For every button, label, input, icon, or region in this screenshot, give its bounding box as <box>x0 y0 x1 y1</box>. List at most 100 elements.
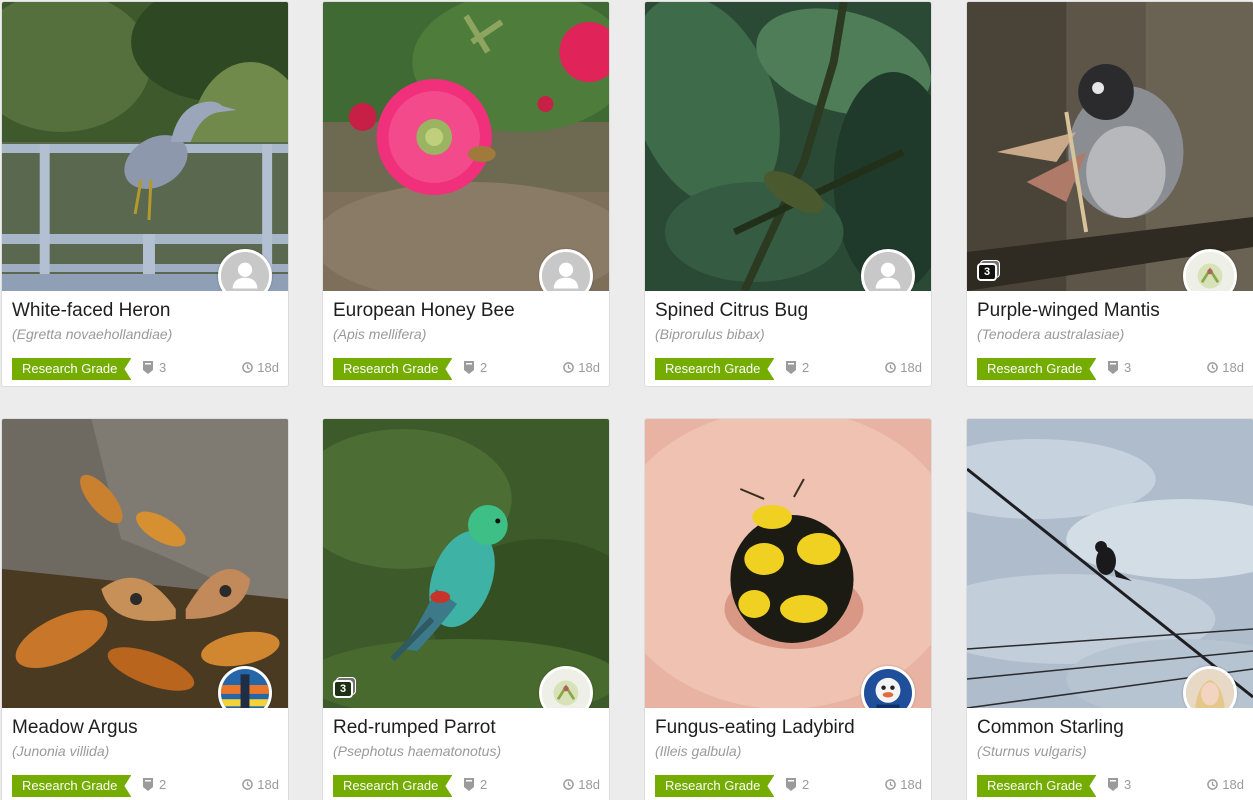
common-name[interactable]: White-faced Heron <box>12 299 279 323</box>
scientific-name: (Egretta novaehollandiae) <box>12 326 173 342</box>
observation-card[interactable]: 3 Red-rumped Parrot (Psephotus haematono… <box>322 418 610 800</box>
observation-card[interactable]: Fungus-eating Ladybird (Illeis galbula) … <box>644 418 932 800</box>
parrot-photo <box>323 419 609 708</box>
observation-photo[interactable] <box>323 2 609 291</box>
identifications-count: 2 <box>786 777 809 792</box>
mantis-photo <box>967 2 1253 291</box>
identifications-count: 3 <box>1108 777 1131 792</box>
identifications-value: 2 <box>159 777 167 792</box>
identifications-count: 2 <box>786 360 809 375</box>
age-value: 18d <box>578 777 600 792</box>
observation-card[interactable]: Meadow Argus (Junonia villida) Research … <box>1 418 289 800</box>
observation-meta: Research Grade 2 18d <box>333 775 600 797</box>
scientific-name: (Junonia villida) <box>12 743 110 759</box>
observation-card[interactable]: Spined Citrus Bug (Biprorulus bibax) Res… <box>644 1 932 387</box>
scientific-name: (Biprorulus bibax) <box>655 326 765 342</box>
research-grade-badge: Research Grade <box>655 775 774 797</box>
observation-photo[interactable] <box>645 419 931 708</box>
identification-icon <box>143 361 153 374</box>
clock-icon <box>885 362 897 373</box>
observation-info: Red-rumped Parrot (Psephotus haematonotu… <box>323 708 609 800</box>
clock-icon <box>1207 362 1219 373</box>
photo-count-badge: 3 <box>977 263 997 281</box>
observation-age: 18d <box>1207 777 1244 792</box>
common-name[interactable]: Common Starling <box>977 716 1244 740</box>
observation-grid: White-faced Heron (Egretta novaehollandi… <box>0 0 1253 800</box>
user-photo-avatar <box>542 669 590 708</box>
age-value: 18d <box>900 360 922 375</box>
identifications-value: 2 <box>480 777 488 792</box>
observation-card[interactable]: 3 Purple-winged Mantis (Tenodera austral… <box>966 1 1253 387</box>
photo-count-badge: 3 <box>333 680 353 698</box>
observation-meta: Research Grade 3 18d <box>977 358 1244 380</box>
identification-icon <box>143 778 153 791</box>
identifications-value: 2 <box>802 360 810 375</box>
observation-meta: Research Grade 3 18d <box>12 358 279 380</box>
identifications-count: 2 <box>464 360 487 375</box>
clock-icon <box>563 362 575 373</box>
observation-meta: Research Grade 3 18d <box>977 775 1244 797</box>
identification-icon <box>786 361 796 374</box>
age-value: 18d <box>257 360 279 375</box>
observation-age: 18d <box>242 360 279 375</box>
identification-icon <box>1108 361 1118 374</box>
observation-photo[interactable]: 3 <box>967 2 1253 291</box>
research-grade-badge: Research Grade <box>977 358 1096 380</box>
age-value: 18d <box>578 360 600 375</box>
observation-photo[interactable] <box>2 419 288 708</box>
observation-photo[interactable]: 3 <box>323 419 609 708</box>
observation-age: 18d <box>885 777 922 792</box>
identifications-count: 2 <box>143 777 166 792</box>
default-user-icon <box>542 252 590 291</box>
observation-info: Common Starling (Sturnus vulgaris) Resea… <box>967 708 1253 800</box>
observation-info: Fungus-eating Ladybird (Illeis galbula) … <box>645 708 931 800</box>
observation-meta: Research Grade 2 18d <box>333 358 600 380</box>
clock-icon <box>885 779 897 790</box>
identifications-value: 2 <box>480 360 488 375</box>
observation-info: Purple-winged Mantis (Tenodera australas… <box>967 291 1253 386</box>
common-name[interactable]: Spined Citrus Bug <box>655 299 922 323</box>
observation-card[interactable]: European Honey Bee (Apis mellifera) Rese… <box>322 1 610 387</box>
observation-photo[interactable] <box>967 419 1253 708</box>
research-grade-badge: Research Grade <box>655 358 774 380</box>
identifications-count: 2 <box>464 777 487 792</box>
clock-icon <box>1207 779 1219 790</box>
observation-photo[interactable] <box>2 2 288 291</box>
observation-info: Spined Citrus Bug (Biprorulus bibax) Res… <box>645 291 931 386</box>
citrus-bug-photo <box>645 2 931 291</box>
identification-icon <box>464 778 474 791</box>
observation-age: 18d <box>242 777 279 792</box>
observation-card[interactable]: White-faced Heron (Egretta novaehollandi… <box>1 1 289 387</box>
observation-age: 18d <box>563 777 600 792</box>
observation-meta: Research Grade 2 18d <box>655 775 922 797</box>
identifications-value: 3 <box>1124 360 1132 375</box>
age-value: 18d <box>257 777 279 792</box>
user-photo-avatar <box>1186 669 1234 708</box>
starling-photo <box>967 419 1253 708</box>
common-name[interactable]: Red-rumped Parrot <box>333 716 600 740</box>
common-name[interactable]: Meadow Argus <box>12 716 279 740</box>
research-grade-badge: Research Grade <box>12 358 131 380</box>
age-value: 18d <box>900 777 922 792</box>
common-name[interactable]: Fungus-eating Ladybird <box>655 716 922 740</box>
default-user-icon <box>221 252 269 291</box>
common-name[interactable]: Purple-winged Mantis <box>977 299 1244 323</box>
observation-age: 18d <box>885 360 922 375</box>
identification-icon <box>1108 778 1118 791</box>
identifications-count: 3 <box>1108 360 1131 375</box>
ladybird-photo <box>645 419 931 708</box>
research-grade-badge: Research Grade <box>977 775 1096 797</box>
observation-photo[interactable] <box>645 2 931 291</box>
common-name[interactable]: European Honey Bee <box>333 299 600 323</box>
research-grade-badge: Research Grade <box>333 775 452 797</box>
honey-bee-photo <box>323 2 609 291</box>
scientific-name: (Psephotus haematonotus) <box>333 743 502 759</box>
user-photo-avatar <box>221 669 269 708</box>
butterfly-photo <box>2 419 288 708</box>
observation-info: Meadow Argus (Junonia villida) Research … <box>2 708 288 800</box>
observation-card[interactable]: Common Starling (Sturnus vulgaris) Resea… <box>966 418 1253 800</box>
clock-icon <box>242 362 254 373</box>
clock-icon <box>563 779 575 790</box>
observation-age: 18d <box>1207 360 1244 375</box>
scientific-name: (Sturnus vulgaris) <box>977 743 1087 759</box>
